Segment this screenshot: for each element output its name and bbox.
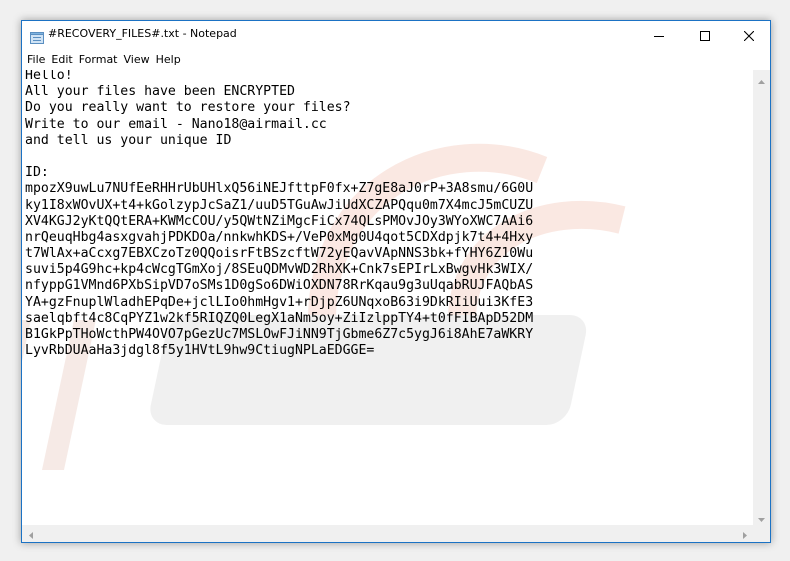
menu-edit[interactable]: Edit bbox=[48, 50, 75, 69]
notepad-window: #RECOVERY_FILES#.txt - Notepad File Edit… bbox=[21, 20, 771, 543]
chevron-left-icon bbox=[28, 524, 33, 542]
chevron-right-icon bbox=[742, 524, 747, 542]
document-text[interactable]: Hello! All your files have been ENCRYPTED… bbox=[25, 70, 533, 359]
text-line: XV4KGJ2yKtQQtERA+KWMcCOU/y5QWtNZiMgcFiCx… bbox=[25, 213, 534, 229]
text-line: t7WlAx+aCcxg7EBXCzoTz0QQoisrFtBSzcftW72y… bbox=[25, 246, 534, 262]
horizontal-scrollbar[interactable] bbox=[22, 525, 753, 542]
close-button[interactable] bbox=[726, 21, 770, 50]
menu-file[interactable]: File bbox=[24, 50, 48, 69]
menu-bar: File Edit Format View Help bbox=[22, 50, 770, 69]
scroll-left-button[interactable] bbox=[22, 525, 39, 542]
vertical-scrollbar[interactable] bbox=[753, 70, 770, 525]
notepad-icon bbox=[30, 29, 44, 44]
scroll-up-button[interactable] bbox=[753, 70, 770, 87]
text-line: Hello! bbox=[25, 70, 73, 83]
text-line: All your files have been ENCRYPTED bbox=[25, 84, 295, 100]
window-title: #RECOVERY_FILES#.txt - Notepad bbox=[48, 27, 237, 40]
chevron-up-icon bbox=[758, 69, 765, 88]
scrollbar-corner bbox=[753, 525, 770, 542]
scroll-down-button[interactable] bbox=[753, 508, 770, 525]
chevron-down-icon bbox=[758, 507, 765, 526]
text-line: Do you really want to restore your files… bbox=[25, 100, 351, 116]
text-line: ky1I8xWOvUX+t4+kGolzypJcSaZ1/uuD5TGuAwJi… bbox=[25, 197, 534, 213]
text-line: LyvRbDUAaHa3jdgl8f5y1HVtL9hw9CtiugNPLaED… bbox=[25, 343, 375, 359]
minimize-icon bbox=[654, 26, 664, 45]
text-line: Write to our email - Nano18@airmail.cc bbox=[25, 116, 327, 132]
text-line: mpozX9uwLu7NUfEeRHHrUbUHlxQ56iNEJfttpF0f… bbox=[25, 181, 534, 197]
maximize-icon bbox=[700, 26, 710, 45]
text-line bbox=[25, 149, 533, 165]
text-editor-area[interactable]: Hello! All your files have been ENCRYPTED… bbox=[22, 70, 753, 525]
menu-format[interactable]: Format bbox=[76, 50, 121, 69]
text-line: ID: bbox=[25, 165, 49, 181]
minimize-button[interactable] bbox=[636, 21, 682, 50]
close-icon bbox=[743, 26, 755, 45]
text-line: suvi5p4G9hc+kp4cWcgTGmXoj/8SEuQDMvWD2RhX… bbox=[25, 262, 534, 278]
maximize-button[interactable] bbox=[682, 21, 728, 50]
text-line: B1GkPpTHoWcthPW4OVO7pGezUc7MSLOwFJiNN9Tj… bbox=[25, 327, 534, 342]
scroll-right-button[interactable] bbox=[736, 525, 753, 542]
text-line: YA+gzFnuplWladhEPqDe+jclLIo0hmHgv1+rDjpZ… bbox=[25, 294, 534, 310]
text-line: saelqbft4c8CqPYZ1w2kf5RIQZQ0LegX1aNm5oy+… bbox=[25, 310, 534, 326]
text-line: nrQeuqHbg4asxgvahjPDKDOa/nnkwhKDS+/VeP0x… bbox=[25, 229, 534, 245]
menu-view[interactable]: View bbox=[121, 50, 153, 69]
menu-help[interactable]: Help bbox=[153, 50, 184, 69]
text-line: nfyppG1VMnd6PXbSipVD7oSMs1D0gSo6DWiOXDN7… bbox=[25, 278, 534, 294]
text-line: and tell us your unique ID bbox=[25, 132, 232, 148]
title-bar[interactable]: #RECOVERY_FILES#.txt - Notepad bbox=[22, 21, 770, 50]
